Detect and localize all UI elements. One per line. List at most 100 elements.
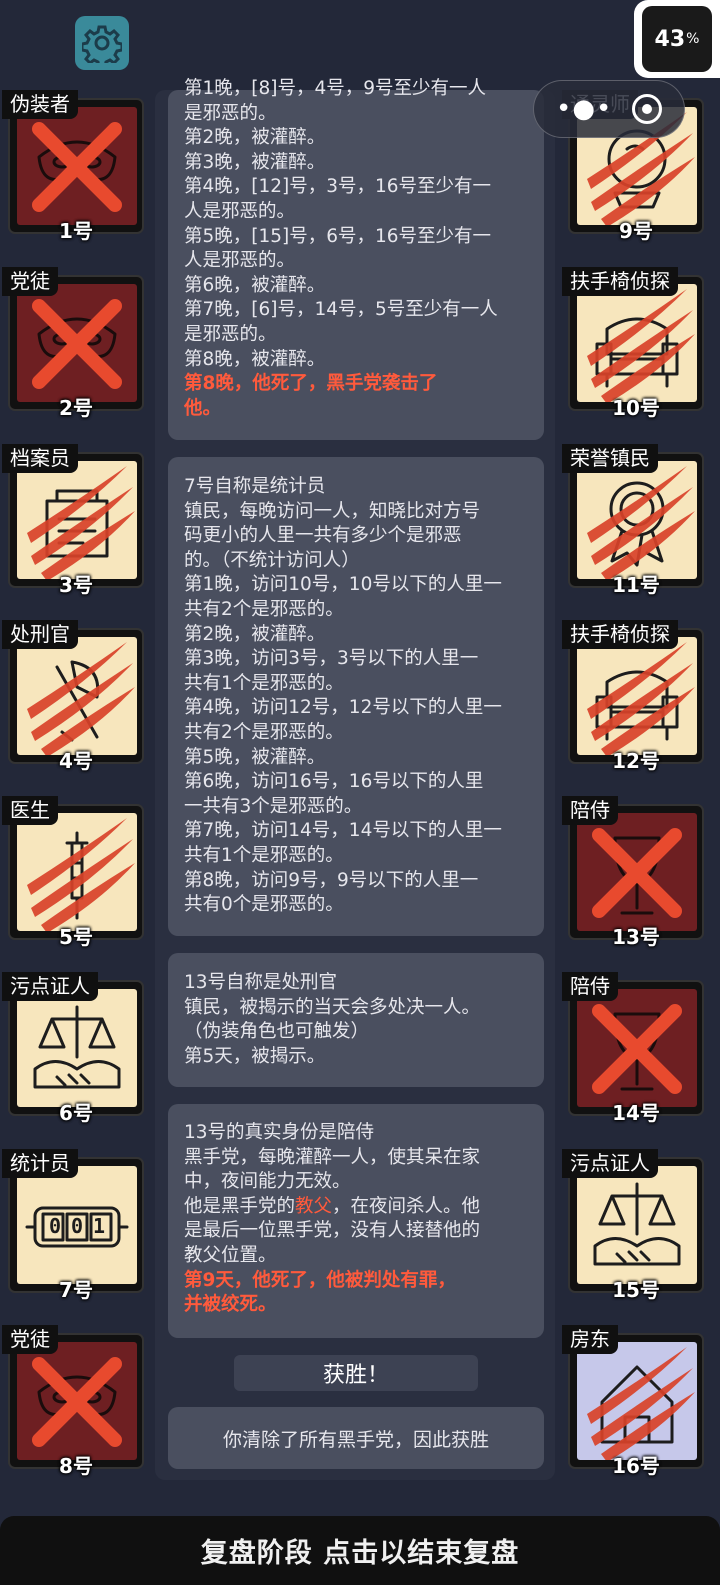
log-line: 第3晚，访问3号，3号以下的人里一 [184, 648, 479, 670]
log-line: 7号自称是统计员 [184, 476, 326, 497]
log-entry-player-13-reveal: 13号的真实身份是陪侍 黑手党，每晚灌醉一人，使其呆在家 中，夜间能力无效。 他… [168, 1104, 544, 1338]
role-label: 党徒 [2, 267, 58, 296]
player-card[interactable]: 扶手椅侦探 12号 [562, 620, 704, 773]
eliminated-x-mark [32, 299, 122, 389]
player-card[interactable]: 处刑官 4号 [2, 620, 144, 773]
log-line: 共有0个是邪恶的。 [184, 894, 344, 916]
player-number: 16号 [612, 1454, 660, 1478]
player-number: 9号 [619, 219, 653, 243]
player-number: 7号 [59, 1278, 93, 1302]
log-line: 镇民，每晚访问一人，知晓比对方号 [184, 500, 481, 522]
player-card[interactable]: 伪装者 1号 [2, 90, 144, 243]
player-number: 4号 [59, 749, 93, 773]
log-entry-player-7: 7号自称是统计员镇民，每晚访问一人，知晓比对方号 码更小的人里一共有多少个是邪恶的… [168, 457, 544, 936]
player-number: 2号 [59, 396, 93, 420]
role-portrait [577, 1342, 697, 1460]
log-entry-player-13-claim: 13号自称是处刑官 镇民，被揭示的当天会多处决一人。 （伪装角色也可触发） 第5天，被… [168, 953, 544, 1087]
role-portrait [577, 637, 697, 755]
victory-message: 你清除了所有黑手党，因此获胜 [168, 1407, 544, 1469]
log-line: 第6晚，被灌醉。 [184, 274, 326, 296]
role-label: 陪侍 [562, 796, 618, 825]
log-line: 共有2个是邪恶的。 [184, 721, 344, 743]
player-number: 14号 [612, 1101, 660, 1125]
log-line: 是邪恶的。 [184, 102, 277, 124]
log-line: 第5晚，被灌醉。 [184, 746, 326, 768]
role-portrait [17, 637, 137, 755]
role-label: 医生 [2, 796, 58, 825]
player-card[interactable]: 医生 5号 [2, 796, 144, 949]
role-portrait [17, 284, 137, 402]
log-line: 教父位置。 [184, 1244, 277, 1266]
log-line: 第1晚，访问10号，10号以下的人里一 [184, 574, 502, 596]
player-card[interactable]: 扶手椅侦探 10号 [562, 267, 704, 420]
log-text: 他是黑手党的 [184, 1195, 296, 1217]
player-card[interactable]: 党徒 2号 [2, 267, 144, 420]
log-line: 是最后一位黑手党，没有人接替他的 [184, 1220, 481, 1242]
player-number: 1号 [59, 219, 93, 243]
role-portrait [577, 989, 697, 1107]
log-line: 共有1个是邪恶的。 [184, 844, 344, 866]
log-line: （伪装角色也可触发） [184, 1021, 370, 1043]
battery-indicator: 43% [634, 0, 720, 78]
death-text: 第8晚，他死了，黑手党袭击了 [184, 373, 438, 395]
death-text: 第9天，他死了，他被判处有罪， [184, 1269, 456, 1291]
role-portrait [577, 284, 697, 402]
player-card[interactable]: 污点证人 6号 [2, 972, 144, 1125]
log-line: 黑手党，每晚灌醉一人，使其呆在家 [184, 1146, 481, 1168]
more-icon[interactable]: •●• [556, 96, 612, 122]
player-card[interactable]: 污点证人 15号 [562, 1149, 704, 1302]
scales-handshake-icon [593, 1182, 681, 1266]
log-line: 镇民，被揭示的当天会多处决一人。 [184, 996, 481, 1018]
role-label: 统计员 [2, 1149, 78, 1178]
log-line: 第2晚，被灌醉。 [184, 127, 326, 149]
log-line: 第7晚，[6]号，14号，5号至少有一人 [184, 299, 498, 321]
role-portrait: 001 [17, 1166, 137, 1284]
player-number: 15号 [612, 1278, 660, 1302]
log-line: 第1晚，[8]号，4号，9号至少有一人 [184, 78, 487, 99]
player-card[interactable]: 党徒 8号 [2, 1325, 144, 1478]
log-line: 的。（不统计访问人） [184, 549, 360, 571]
log-line: 码更小的人里一共有多少个是邪恶 [184, 525, 462, 547]
role-label: 扶手椅侦探 [562, 267, 678, 296]
role-label: 伪装者 [2, 90, 78, 119]
player-number: 8号 [59, 1454, 93, 1478]
role-portrait [17, 461, 137, 579]
role-label: 污点证人 [562, 1149, 658, 1178]
death-text: 他。 [184, 397, 222, 419]
log-line: 第2晚，被灌醉。 [184, 623, 326, 645]
claw-mark [27, 818, 135, 931]
player-card[interactable]: 档案员 3号 [2, 444, 144, 597]
end-review-button[interactable]: 复盘阶段 点击以结束复盘 [0, 1516, 720, 1585]
role-label: 处刑官 [2, 620, 78, 649]
player-number: 10号 [612, 396, 660, 420]
eliminated-x-mark [32, 1357, 122, 1447]
player-number: 12号 [612, 749, 660, 773]
role-label: 陪侍 [562, 972, 618, 1001]
scales-handshake-icon [33, 1005, 121, 1089]
player-card[interactable]: 陪侍 13号 [562, 796, 704, 949]
close-target-icon[interactable] [632, 94, 662, 124]
log-entry-player-9: 第1晚，[8]号，4号，9号至少有一人 是邪恶的。 第2晚，被灌醉。 第3晚，被灌醉。… [168, 78, 544, 440]
log-line: 第4晚，[12]号，3号，16号至少有一 [184, 176, 492, 198]
claw-mark [27, 642, 135, 755]
miniprogram-capsule[interactable]: •●• [533, 80, 685, 138]
claw-mark [27, 466, 135, 579]
settings-button[interactable] [75, 16, 129, 70]
counter-value: 001 [48, 1214, 116, 1238]
log-line: 第8晚，访问9号，9号以下的人里一 [184, 869, 479, 891]
role-portrait [17, 1342, 137, 1460]
role-portrait [577, 461, 697, 579]
eliminated-x-mark [32, 122, 122, 212]
role-portrait [17, 989, 137, 1107]
player-card[interactable]: 房东 16号 [562, 1325, 704, 1478]
log-lines: 7号自称是统计员镇民，每晚访问一人，知晓比对方号 码更小的人里一共有多少个是邪恶的… [184, 475, 529, 918]
log-line: 第4晚，访问12号，12号以下的人里一 [184, 697, 502, 719]
player-number: 6号 [59, 1101, 93, 1125]
role-portrait [17, 107, 137, 225]
log-text: ，在夜间杀人。他 [332, 1195, 481, 1217]
log-line: 一共有3个是邪恶的。 [184, 795, 363, 817]
player-card[interactable]: 001 统计员 7号 [2, 1149, 144, 1302]
player-number: 13号 [612, 925, 660, 949]
player-card[interactable]: 荣誉镇民 11号 [562, 444, 704, 597]
player-card[interactable]: 陪侍 14号 [562, 972, 704, 1125]
